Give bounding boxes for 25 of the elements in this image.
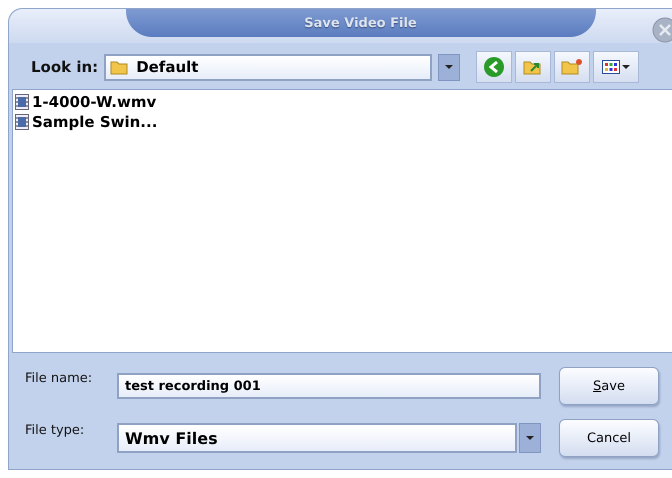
caret-icon: [445, 65, 454, 69]
cancel-button[interactable]: Cancel: [559, 419, 659, 457]
look-in-dropdown[interactable]: Default: [104, 54, 432, 80]
file-type-label: File type:: [25, 422, 86, 438]
new-folder-icon: [561, 58, 584, 76]
dropdown-button[interactable]: [438, 54, 460, 80]
up-folder-button[interactable]: [515, 51, 552, 83]
look-in-label: Look in:: [31, 58, 98, 76]
file-name-label: File name:: [25, 370, 94, 386]
grid-view-icon: [602, 60, 620, 74]
close-icon[interactable]: [652, 17, 672, 43]
file-item[interactable]: 1-4000-W.wmv: [15, 92, 670, 112]
file-type-dropdown[interactable]: Wmv Files: [117, 423, 517, 453]
save-button[interactable]: Save: [559, 367, 659, 405]
dropdown-button[interactable]: [519, 423, 541, 453]
back-button[interactable]: [476, 51, 512, 83]
view-menu-button[interactable]: [593, 51, 640, 83]
caret-icon: [526, 436, 534, 440]
video-file-icon: [15, 94, 29, 110]
window-title: Save Video File: [126, 9, 596, 37]
file-name-field[interactable]: test recording 001: [117, 373, 541, 399]
video-file-icon: [15, 114, 29, 130]
file-item[interactable]: Sample Swin...: [15, 112, 670, 132]
new-folder-button[interactable]: [554, 51, 590, 83]
caret-icon: [622, 65, 630, 69]
